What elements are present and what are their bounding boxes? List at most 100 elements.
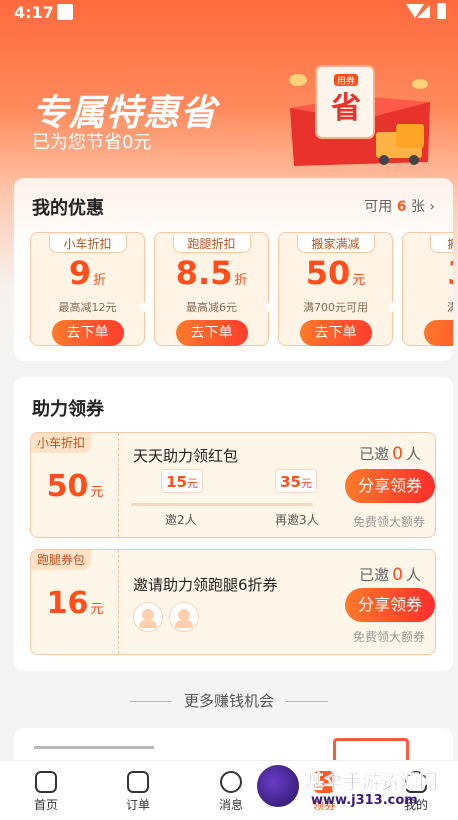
milestone-unit: 元	[300, 477, 312, 490]
invited-suffix: 人	[405, 566, 421, 584]
signal-icon	[417, 5, 430, 18]
assist-card-value-panel: 小车折扣 50 元	[31, 433, 119, 537]
invite-progress-bar	[131, 503, 313, 506]
order-icon	[127, 771, 149, 793]
milestone-label: 再邀3人	[275, 513, 319, 527]
milestone-value: 35	[280, 473, 301, 491]
coupon-value: 3	[447, 254, 453, 292]
coupon-value-row: 8.5 折	[155, 255, 268, 299]
coupon-tag: 小车折扣	[48, 235, 127, 253]
share-subtitle: 免费领大额券	[352, 630, 425, 644]
place-order-button[interactable]: 去下单	[175, 320, 248, 346]
illustration-main-char: 省	[331, 91, 361, 126]
chevron-right-icon: ›	[429, 199, 435, 215]
assist-card-car: 小车折扣 50 元 天天助力领红包 已邀 0 人 15元 35元 邀2人 再邀3人 分…	[30, 432, 436, 538]
invited-prefix: 已邀	[359, 445, 390, 463]
available-coupons-link[interactable]: 可用 6 张 ›	[364, 196, 435, 216]
coupon-note: 最高减12元	[58, 301, 117, 314]
notification-icon	[57, 4, 73, 20]
coupon-tag: 搬家满减	[296, 235, 375, 253]
coupon-value-row: 50 元	[279, 255, 392, 299]
assist-coupons-card: 助力领券 小车折扣 50 元 天天助力领红包 已邀 0 人 15元 35元 邀2人 再…	[14, 377, 453, 671]
share-coupon-button[interactable]: 分享领券	[345, 469, 435, 503]
milestone-reward: 35元	[275, 469, 317, 493]
available-count: 6	[396, 199, 407, 215]
assist-card-errand: 跑腿券包 16 元 邀请助力领跑腿6折券 已邀 0 人 分享领券 免费领大额券	[30, 549, 436, 655]
assist-headline: 邀请助力领跑腿6折券	[133, 576, 278, 594]
assist-value: 16	[46, 586, 89, 621]
coupon-value: 50	[305, 254, 351, 292]
coupon-value: 9	[68, 254, 92, 292]
coupon-value-row: 3	[403, 255, 453, 299]
milestone-value: 15	[166, 473, 187, 491]
available-suffix: 张	[410, 199, 425, 215]
milestone-unit: 元	[186, 477, 198, 490]
coupon-note: 满700元可用	[303, 301, 368, 314]
more-earning-label: 更多赚钱机会	[183, 692, 274, 710]
invited-status: 已邀 0 人	[359, 443, 421, 464]
tab-label: 订单	[125, 798, 150, 812]
add-friend-avatar-icon[interactable]	[133, 602, 163, 632]
assist-value-row: 16 元	[31, 586, 119, 621]
battery-icon	[437, 3, 446, 19]
hero-subtitle: 已为您节省0元	[32, 132, 152, 153]
tab-label: 消息	[218, 798, 243, 812]
home-icon	[35, 771, 57, 793]
share-coupon-button[interactable]: 分享领券	[345, 588, 435, 622]
my-coupons-title: 我的优惠	[32, 198, 104, 219]
ticket-notch	[389, 302, 399, 312]
milestone-reward: 15元	[161, 469, 203, 493]
coupon-value-row: 9折	[31, 255, 144, 299]
ticket-notch	[141, 302, 151, 312]
assist-unit: 元	[90, 602, 104, 617]
illustration-badge: 用券	[337, 75, 355, 87]
coupon-moving-discount[interactable]: 搬家满减 50 元 满700元可用 去下单	[278, 232, 393, 346]
add-friend-avatar-icon[interactable]	[169, 602, 199, 632]
assist-value-row: 50 元	[31, 469, 119, 504]
status-bar: 4:17	[0, 0, 458, 26]
my-coupons-card: 我的优惠 可用 6 张 › 小车折扣 9折 最高减12元 去下单 跑腿折扣 8.…	[14, 178, 453, 361]
share-subtitle: 免费领大额券	[352, 515, 425, 529]
assist-unit: 元	[90, 485, 104, 500]
invited-suffix: 人	[405, 445, 421, 463]
watermark-url: www.j313.com	[311, 793, 418, 808]
coupon-note: 最高减6元	[186, 301, 237, 314]
place-order-button[interactable]: 去下单	[51, 320, 124, 346]
coupon-value: 8.5	[175, 254, 233, 292]
coupon-moving-discount-2[interactable]: 搬家 3 满50 去	[402, 232, 453, 346]
watermark-logo-icon	[255, 763, 301, 809]
assist-coupons-title: 助力领券	[32, 399, 104, 420]
assist-headline: 天天助力领红包	[133, 447, 239, 465]
coupon-unit: 折	[93, 273, 107, 288]
tab-label: 首页	[33, 798, 58, 812]
invited-count: 0	[392, 565, 403, 585]
ticket-notch	[265, 302, 275, 312]
more-earning-divider: 更多赚钱机会	[0, 690, 458, 711]
status-time: 4:17	[14, 3, 54, 22]
tab-orders[interactable]: 订单	[92, 761, 184, 820]
coupon-list[interactable]: 小车折扣 9折 最高减12元 去下单 跑腿折扣 8.5 折 最高减6元 去下单 搬…	[30, 232, 453, 346]
assist-tag: 小车折扣	[31, 433, 92, 453]
coupon-car-discount[interactable]: 小车折扣 9折 最高减12元 去下单	[30, 232, 145, 346]
place-order-button[interactable]: 去下单	[299, 320, 372, 346]
coupon-unit: 元	[352, 273, 366, 288]
place-order-button[interactable]: 去	[423, 320, 453, 346]
coupon-tag: 跑腿折扣	[172, 235, 251, 253]
site-watermark: 基伞手游资源网 www.j313.com	[255, 763, 455, 813]
coupon-errand-discount[interactable]: 跑腿折扣 8.5 折 最高减6元 去下单	[154, 232, 269, 346]
invited-prefix: 已邀	[359, 566, 390, 584]
coupon-gift-illustration: 用券 省	[289, 65, 430, 166]
coupon-tag: 搬家	[429, 235, 453, 253]
coupon-note: 满50	[447, 301, 453, 314]
watermark-title: 基伞手游资源网	[305, 771, 439, 794]
milestone-label: 邀2人	[165, 513, 197, 527]
invited-count: 0	[392, 444, 403, 464]
assist-card-value-panel: 跑腿券包 16 元	[31, 550, 119, 654]
coupon-unit: 折	[234, 273, 248, 288]
tab-home[interactable]: 首页	[0, 761, 92, 820]
message-icon	[220, 771, 242, 793]
assist-tag: 跑腿券包	[31, 550, 92, 570]
available-prefix: 可用	[364, 199, 393, 215]
assist-value: 50	[46, 469, 89, 504]
invited-status: 已邀 0 人	[359, 564, 421, 585]
